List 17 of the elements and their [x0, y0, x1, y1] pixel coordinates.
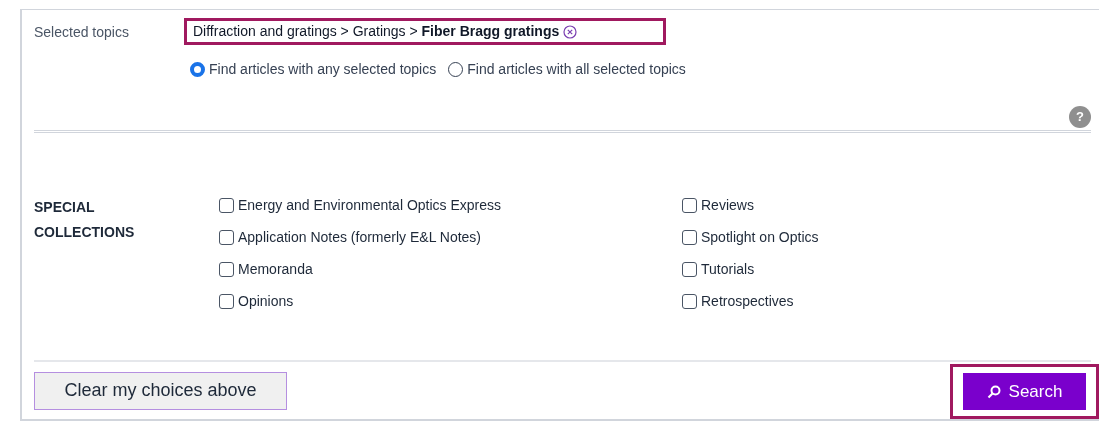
checkbox-option[interactable]: Reviews — [682, 194, 982, 216]
search-icon — [986, 384, 1001, 399]
checkbox-option[interactable]: Energy and Environmental Optics Express — [219, 194, 682, 216]
section-heading: SPECIAL COLLECTIONS — [34, 197, 136, 242]
search-button[interactable]: Search — [963, 373, 1086, 410]
checkbox-option[interactable]: Tutorials — [682, 258, 982, 280]
clear-button[interactable]: Clear my choices above — [34, 371, 287, 410]
checkbox-option[interactable]: Spotlight on Optics — [682, 226, 982, 248]
radio-option[interactable]: Find articles with all selected topics — [448, 59, 686, 80]
topic-path: Diffraction and gratings > Gratings > Fiber Bragg gratings — [193, 22, 560, 41]
checkbox-option[interactable]: Opinions — [219, 290, 682, 312]
field-label: Selected topics — [34, 23, 130, 42]
checkbox-option[interactable]: Retrospectives — [682, 290, 982, 312]
remove-icon[interactable] — [563, 24, 578, 39]
checkbox-option[interactable]: Application Notes (formerly E&L Notes) — [219, 226, 682, 248]
radio-option[interactable]: Find articles with any selected topics — [190, 59, 437, 80]
checkbox-option[interactable]: Memoranda — [219, 258, 682, 280]
